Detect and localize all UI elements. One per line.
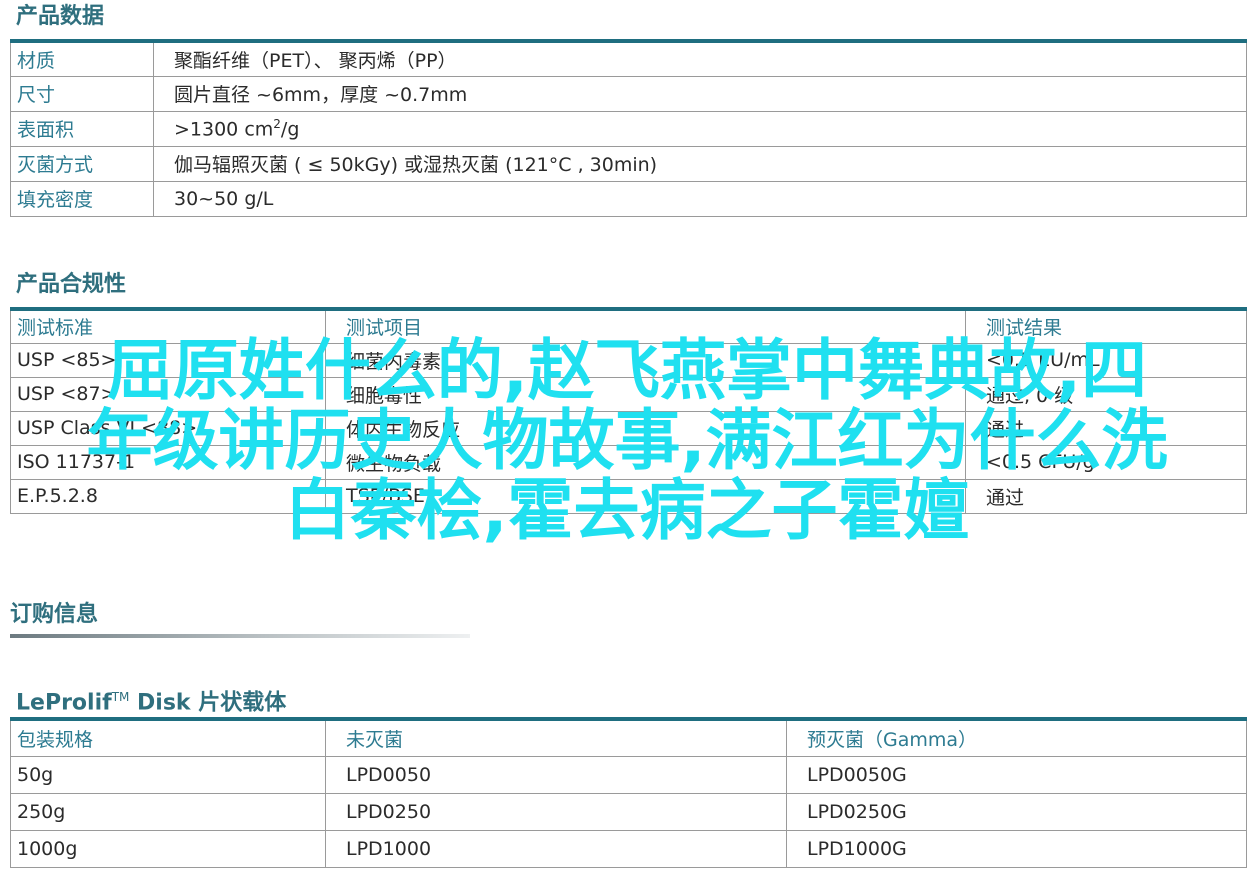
table-row: E.P.5.2.8 TSE/BSE 通过 — [10, 478, 1247, 514]
table-cell: USP <87> — [10, 376, 326, 412]
table-cell: LPD1000 — [325, 829, 787, 868]
table-cell: <0.5 CFU/g — [965, 444, 1247, 480]
table-row: 填充密度 30~50 g/L — [10, 180, 1247, 217]
disk-brand: LeProlif — [16, 690, 112, 716]
order-title-underline — [10, 634, 470, 638]
table-cell: 细菌内毒素 — [325, 342, 966, 378]
trademark-mark: TM — [111, 690, 130, 704]
surface-area-unit: /g — [280, 118, 300, 141]
table-cell: ISO 11737-1 — [10, 444, 326, 480]
compliance-title: 产品合规性 — [16, 272, 127, 297]
spec-key: 表面积 — [10, 110, 154, 147]
table-row: 表面积 >1300 cm2/g — [10, 110, 1247, 147]
table-row: 50g LPD0050 LPD0050G — [10, 755, 1247, 794]
surface-area-value: >1300 cm — [174, 118, 274, 141]
table-cell: LPD1000G — [786, 829, 1247, 868]
order-info-title: 订购信息 — [10, 602, 99, 627]
table-cell: USP Class VI <88> — [10, 410, 326, 446]
table-cell: 50g — [10, 755, 326, 794]
table-row: 250g LPD0250 LPD0250G — [10, 792, 1247, 831]
compliance-table: 测试标准 测试项目 测试结果 USP <85> 细菌内毒素 <0.5 EU/mL… — [10, 307, 1247, 514]
table-row: USP <85> 细菌内毒素 <0.5 EU/mL — [10, 342, 1247, 378]
table-cell: LPD0050G — [786, 755, 1247, 794]
spec-value: >1300 cm2/g — [153, 110, 1247, 147]
table-cell: TSE/BSE — [325, 478, 966, 514]
spec-key: 尺寸 — [10, 75, 154, 112]
disk-carrier-title: LeProlifTM Disk 片状载体 — [16, 684, 286, 716]
table-cell: LPD0250G — [786, 792, 1247, 831]
table-row: 材质 聚酯纤维（PET）、 聚丙烯（PP） — [10, 40, 1247, 77]
table-header-row: 包装规格 未灭菌 预灭菌（Gamma） — [10, 718, 1247, 757]
table-cell: 1000g — [10, 829, 326, 868]
table-cell: 细胞毒性 — [325, 376, 966, 412]
spec-value: 圆片直径 ~6mm，厚度 ~0.7mm — [153, 75, 1247, 112]
disk-title-rest: Disk 片状载体 — [129, 690, 287, 716]
table-row: 尺寸 圆片直径 ~6mm，厚度 ~0.7mm — [10, 75, 1247, 112]
table-cell: 通过 — [965, 410, 1247, 446]
spec-value: 伽马辐照灭菌 ( ≤ 50kGy) 或湿热灭菌 (121°C , 30min) — [153, 145, 1247, 182]
table-cell: USP <85> — [10, 342, 326, 378]
table-row: 1000g LPD1000 LPD1000G — [10, 829, 1247, 868]
table-header-row: 测试标准 测试项目 测试结果 — [10, 308, 1247, 344]
spec-value: 聚酯纤维（PET）、 聚丙烯（PP） — [153, 40, 1247, 77]
spec-key: 填充密度 — [10, 180, 154, 217]
column-header: 测试标准 — [10, 308, 326, 344]
table-cell: 通过 — [965, 478, 1247, 514]
table-cell: E.P.5.2.8 — [10, 478, 326, 514]
product-data-table: 材质 聚酯纤维（PET）、 聚丙烯（PP） 尺寸 圆片直径 ~6mm，厚度 ~0… — [10, 39, 1247, 217]
column-header: 测试项目 — [325, 308, 966, 344]
product-data-title: 产品数据 — [16, 4, 105, 29]
table-cell: 微生物负载 — [325, 444, 966, 480]
table-cell: 250g — [10, 792, 326, 831]
table-cell: 通过, 0 级 — [965, 376, 1247, 412]
column-header: 预灭菌（Gamma） — [786, 718, 1247, 757]
table-row: ISO 11737-1 微生物负载 <0.5 CFU/g — [10, 444, 1247, 480]
spec-key: 灭菌方式 — [10, 145, 154, 182]
column-header: 包装规格 — [10, 718, 326, 757]
table-cell: 体内生物反应 — [325, 410, 966, 446]
table-cell: LPD0050 — [325, 755, 787, 794]
spec-value: 30~50 g/L — [153, 180, 1247, 217]
table-cell: <0.5 EU/mL — [965, 342, 1247, 378]
table-row: USP Class VI <88> 体内生物反应 通过 — [10, 410, 1247, 446]
disk-order-table: 包装规格 未灭菌 预灭菌（Gamma） 50g LPD0050 LPD0050G… — [10, 717, 1247, 868]
table-cell: LPD0250 — [325, 792, 787, 831]
spec-key: 材质 — [10, 40, 154, 77]
column-header: 未灭菌 — [325, 718, 787, 757]
table-row: 灭菌方式 伽马辐照灭菌 ( ≤ 50kGy) 或湿热灭菌 (121°C , 30… — [10, 145, 1247, 182]
column-header: 测试结果 — [965, 308, 1247, 344]
surface-area-exponent: 2 — [273, 116, 281, 131]
table-row: USP <87> 细胞毒性 通过, 0 级 — [10, 376, 1247, 412]
